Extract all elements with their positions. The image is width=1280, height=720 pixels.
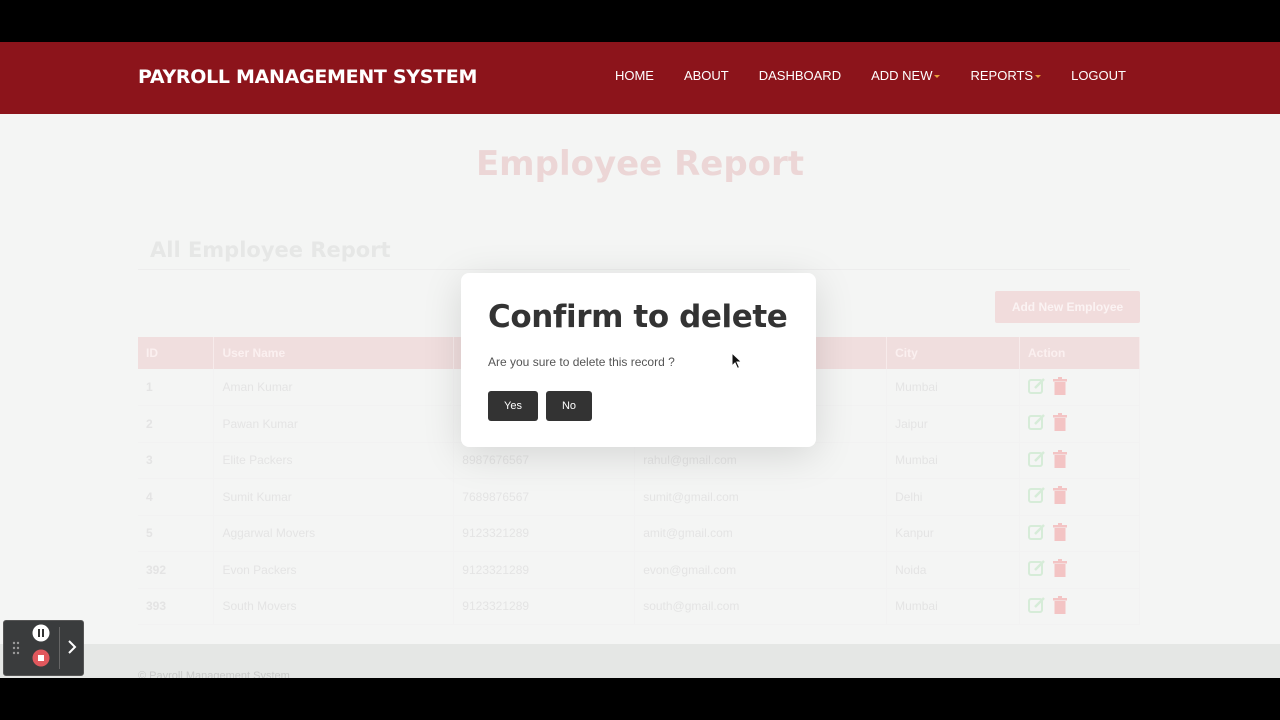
table-row: 4 Sumit Kumar 7689876567 sumit@gmail.com Del… — [138, 478, 1140, 516]
stop-icon[interactable] — [32, 649, 50, 672]
table-row: 393 South Movers 9123321289 south@gmail.com… — [138, 588, 1140, 625]
cell-phone: 8987676567 — [453, 442, 636, 479]
table-row: 3 Elite Packers 8987676567 rahul@gmail.com M… — [138, 442, 1140, 479]
cell-id: 393 — [138, 588, 215, 625]
edit-icon[interactable] — [1028, 486, 1046, 507]
cell-phone: 9123321289 — [453, 588, 636, 625]
footer-text: © Payroll Management System — [138, 670, 290, 678]
cell-email: amit@gmail.com — [634, 515, 888, 552]
nav-label: HOME — [614, 68, 654, 83]
nav-add-new[interactable]: ADD NEW — [871, 68, 941, 83]
edit-icon[interactable] — [1028, 377, 1046, 398]
cell-city: Kanpur — [886, 515, 1020, 552]
navbar: PAYROLL MANAGEMENT SYSTEM HOME ABOUT DASHB… — [0, 42, 1280, 114]
trash-icon[interactable] — [1052, 376, 1068, 398]
cell-action — [1019, 442, 1140, 479]
cell-id: 5 — [138, 515, 215, 552]
divider — [138, 269, 1130, 270]
cell-phone: 7689876567 — [453, 478, 636, 516]
nav-home[interactable]: HOME — [615, 68, 654, 83]
cell-username: South Movers — [213, 588, 455, 625]
cell-city: Delhi — [886, 478, 1020, 516]
cell-id: 4 — [138, 478, 215, 516]
cell-id: 392 — [138, 551, 215, 589]
cell-action — [1019, 515, 1140, 552]
table-row: 392 Evon Packers 9123321289 evon@gmail.com N… — [138, 551, 1140, 589]
divider — [59, 627, 60, 669]
cell-city: Jaipur — [886, 405, 1020, 443]
cell-phone: 9123321289 — [453, 551, 636, 589]
chevron-right-icon[interactable] — [66, 639, 78, 660]
edit-icon[interactable] — [1028, 450, 1046, 471]
trash-icon[interactable] — [1052, 595, 1068, 617]
cell-email: sumit@gmail.com — [634, 478, 888, 516]
cell-username: Aggarwal Movers — [213, 515, 455, 552]
cell-city: Mumbai — [886, 442, 1020, 479]
nav-label: ADD NEW — [871, 68, 933, 83]
cell-username: Aman Kumar — [213, 369, 455, 406]
edit-icon[interactable] — [1028, 596, 1046, 617]
table-row: 5 Aggarwal Movers 9123321289 amit@gmail.com… — [138, 515, 1140, 552]
pause-icon[interactable] — [32, 624, 50, 647]
nav-label: DASHBOARD — [758, 68, 842, 83]
dialog-message: Are you sure to delete this record ? — [488, 355, 675, 369]
cell-action — [1019, 588, 1140, 625]
trash-icon[interactable] — [1052, 486, 1068, 507]
no-button[interactable]: No — [546, 391, 592, 421]
edit-icon[interactable] — [1028, 559, 1046, 580]
cell-id: 3 — [138, 442, 215, 479]
nav-label: ABOUT — [683, 68, 729, 83]
trash-icon[interactable] — [1052, 559, 1068, 580]
column-header-username: User Name — [213, 337, 455, 369]
nav-label: REPORTS — [970, 68, 1034, 83]
column-header-action: Action — [1019, 337, 1140, 369]
cell-action — [1019, 551, 1140, 589]
cell-email: evon@gmail.com — [634, 551, 888, 589]
dialog-title: Confirm to delete — [488, 299, 788, 335]
cell-action — [1019, 405, 1140, 443]
main-nav: HOME ABOUT DASHBOARD ADD NEW REPORTS LOGOUT — [615, 68, 1126, 83]
yes-button[interactable]: Yes — [488, 391, 538, 421]
brand-title[interactable]: PAYROLL MANAGEMENT SYSTEM — [138, 66, 477, 88]
confirm-delete-dialog: Confirm to delete Are you sure to delete… — [461, 273, 816, 447]
screen-recorder-widget — [3, 620, 84, 676]
add-new-employee-button[interactable]: Add New Employee — [995, 291, 1140, 323]
trash-icon[interactable] — [1052, 413, 1068, 434]
cell-username: Elite Packers — [213, 442, 455, 479]
trash-icon[interactable] — [1052, 522, 1068, 544]
nav-about[interactable]: ABOUT — [684, 68, 729, 83]
cell-phone: 9123321289 — [453, 515, 636, 552]
cell-city: Mumbai — [886, 369, 1020, 406]
cell-email: south@gmail.com — [634, 588, 888, 625]
drag-handle-icon[interactable] — [12, 641, 20, 660]
nav-dashboard[interactable]: DASHBOARD — [759, 68, 841, 83]
nav-logout[interactable]: LOGOUT — [1071, 68, 1126, 83]
nav-label: LOGOUT — [1071, 68, 1126, 83]
cell-city: Mumbai — [886, 588, 1020, 625]
cell-username: Sumit Kumar — [213, 478, 455, 516]
cell-action — [1019, 478, 1140, 516]
cell-id: 1 — [138, 369, 215, 406]
column-header-id: ID — [138, 337, 215, 369]
column-header-city: City — [886, 337, 1020, 369]
edit-icon[interactable] — [1028, 523, 1046, 544]
section-title: All Employee Report — [150, 238, 391, 262]
edit-icon[interactable] — [1028, 413, 1046, 434]
cell-city: Noida — [886, 551, 1020, 589]
cell-action — [1019, 369, 1140, 406]
cell-username: Pawan Kumar — [213, 405, 455, 443]
cell-email: rahul@gmail.com — [634, 442, 888, 479]
caret-down-icon — [934, 75, 941, 78]
trash-icon[interactable] — [1052, 449, 1068, 471]
caret-down-icon — [1035, 75, 1042, 78]
cell-username: Evon Packers — [213, 551, 455, 589]
page-title: Employee Report — [475, 144, 805, 184]
nav-reports[interactable]: REPORTS — [970, 68, 1042, 83]
cell-id: 2 — [138, 405, 215, 443]
